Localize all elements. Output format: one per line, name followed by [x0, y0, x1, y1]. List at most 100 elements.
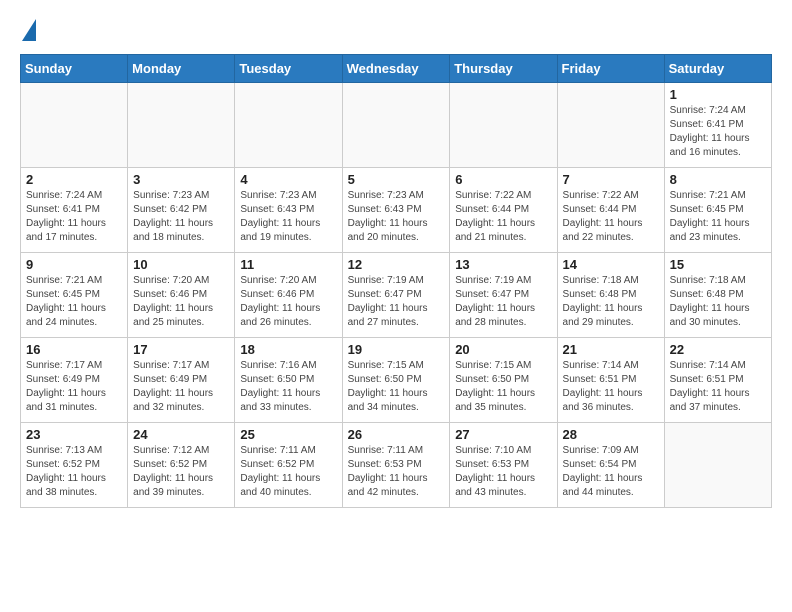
day-info: Sunrise: 7:21 AM Sunset: 6:45 PM Dayligh…	[26, 274, 122, 330]
calendar-cell: 9 Sunrise: 7:21 AM Sunset: 6:45 PM Daylig…	[21, 253, 128, 338]
day-number: 17	[133, 342, 229, 357]
day-info: Sunrise: 7:24 AM Sunset: 6:41 PM Dayligh…	[670, 104, 766, 160]
calendar-cell	[342, 83, 450, 168]
calendar-cell	[235, 83, 342, 168]
calendar-cell: 24 Sunrise: 7:12 AM Sunset: 6:52 PM Dayli…	[128, 423, 235, 508]
calendar-cell: 3 Sunrise: 7:23 AM Sunset: 6:42 PM Daylig…	[128, 168, 235, 253]
week-row-2: 2 Sunrise: 7:24 AM Sunset: 6:41 PM Daylig…	[21, 168, 772, 253]
day-number: 20	[455, 342, 551, 357]
day-info: Sunrise: 7:19 AM Sunset: 6:47 PM Dayligh…	[455, 274, 551, 330]
calendar-cell	[128, 83, 235, 168]
day-number: 11	[240, 257, 336, 272]
day-number: 16	[26, 342, 122, 357]
day-number: 24	[133, 427, 229, 442]
day-number: 12	[348, 257, 445, 272]
day-info: Sunrise: 7:10 AM Sunset: 6:53 PM Dayligh…	[455, 444, 551, 500]
week-row-3: 9 Sunrise: 7:21 AM Sunset: 6:45 PM Daylig…	[21, 253, 772, 338]
day-number: 19	[348, 342, 445, 357]
calendar-cell: 25 Sunrise: 7:11 AM Sunset: 6:52 PM Dayli…	[235, 423, 342, 508]
day-number: 27	[455, 427, 551, 442]
day-info: Sunrise: 7:24 AM Sunset: 6:41 PM Dayligh…	[26, 189, 122, 245]
day-number: 10	[133, 257, 229, 272]
calendar-cell: 6 Sunrise: 7:22 AM Sunset: 6:44 PM Daylig…	[450, 168, 557, 253]
day-info: Sunrise: 7:17 AM Sunset: 6:49 PM Dayligh…	[26, 359, 122, 415]
day-number: 14	[563, 257, 659, 272]
calendar-cell: 22 Sunrise: 7:14 AM Sunset: 6:51 PM Dayli…	[664, 338, 771, 423]
day-number: 8	[670, 172, 766, 187]
calendar-cell: 4 Sunrise: 7:23 AM Sunset: 6:43 PM Daylig…	[235, 168, 342, 253]
calendar-cell: 10 Sunrise: 7:20 AM Sunset: 6:46 PM Dayli…	[128, 253, 235, 338]
day-number: 5	[348, 172, 445, 187]
day-info: Sunrise: 7:17 AM Sunset: 6:49 PM Dayligh…	[133, 359, 229, 415]
day-number: 15	[670, 257, 766, 272]
calendar-cell: 12 Sunrise: 7:19 AM Sunset: 6:47 PM Dayli…	[342, 253, 450, 338]
calendar-header-row: SundayMondayTuesdayWednesdayThursdayFrid…	[21, 55, 772, 83]
day-number: 25	[240, 427, 336, 442]
day-info: Sunrise: 7:15 AM Sunset: 6:50 PM Dayligh…	[455, 359, 551, 415]
calendar-cell: 5 Sunrise: 7:23 AM Sunset: 6:43 PM Daylig…	[342, 168, 450, 253]
day-header-thursday: Thursday	[450, 55, 557, 83]
week-row-5: 23Sunrise: 7:13 AM Sunset: 6:52 PM Dayli…	[21, 423, 772, 508]
calendar-cell	[557, 83, 664, 168]
day-info: Sunrise: 7:19 AM Sunset: 6:47 PM Dayligh…	[348, 274, 445, 330]
day-info: Sunrise: 7:23 AM Sunset: 6:42 PM Dayligh…	[133, 189, 229, 245]
logo	[20, 20, 36, 44]
day-header-sunday: Sunday	[21, 55, 128, 83]
calendar-cell: 23Sunrise: 7:13 AM Sunset: 6:52 PM Dayli…	[21, 423, 128, 508]
day-header-tuesday: Tuesday	[235, 55, 342, 83]
day-number: 2	[26, 172, 122, 187]
calendar-cell: 8 Sunrise: 7:21 AM Sunset: 6:45 PM Daylig…	[664, 168, 771, 253]
day-info: Sunrise: 7:22 AM Sunset: 6:44 PM Dayligh…	[563, 189, 659, 245]
day-number: 1	[670, 87, 766, 102]
calendar: SundayMondayTuesdayWednesdayThursdayFrid…	[20, 54, 772, 508]
calendar-cell	[21, 83, 128, 168]
week-row-4: 16 Sunrise: 7:17 AM Sunset: 6:49 PM Dayli…	[21, 338, 772, 423]
day-number: 22	[670, 342, 766, 357]
calendar-cell: 28 Sunrise: 7:09 AM Sunset: 6:54 PM Dayli…	[557, 423, 664, 508]
calendar-cell: 20 Sunrise: 7:15 AM Sunset: 6:50 PM Dayli…	[450, 338, 557, 423]
day-info: Sunrise: 7:18 AM Sunset: 6:48 PM Dayligh…	[670, 274, 766, 330]
day-number: 23	[26, 427, 122, 442]
day-number: 7	[563, 172, 659, 187]
day-number: 28	[563, 427, 659, 442]
day-info: Sunrise: 7:20 AM Sunset: 6:46 PM Dayligh…	[133, 274, 229, 330]
calendar-cell: 27 Sunrise: 7:10 AM Sunset: 6:53 PM Dayli…	[450, 423, 557, 508]
day-info: Sunrise: 7:23 AM Sunset: 6:43 PM Dayligh…	[348, 189, 445, 245]
day-number: 26	[348, 427, 445, 442]
day-info: Sunrise: 7:23 AM Sunset: 6:43 PM Dayligh…	[240, 189, 336, 245]
day-info: Sunrise: 7:16 AM Sunset: 6:50 PM Dayligh…	[240, 359, 336, 415]
calendar-cell	[450, 83, 557, 168]
calendar-cell: 19Sunrise: 7:15 AM Sunset: 6:50 PM Dayli…	[342, 338, 450, 423]
day-info: Sunrise: 7:09 AM Sunset: 6:54 PM Dayligh…	[563, 444, 659, 500]
calendar-cell: 11Sunrise: 7:20 AM Sunset: 6:46 PM Dayli…	[235, 253, 342, 338]
calendar-cell: 14 Sunrise: 7:18 AM Sunset: 6:48 PM Dayli…	[557, 253, 664, 338]
day-header-monday: Monday	[128, 55, 235, 83]
day-number: 6	[455, 172, 551, 187]
calendar-cell: 15 Sunrise: 7:18 AM Sunset: 6:48 PM Dayli…	[664, 253, 771, 338]
day-header-saturday: Saturday	[664, 55, 771, 83]
day-info: Sunrise: 7:21 AM Sunset: 6:45 PM Dayligh…	[670, 189, 766, 245]
day-number: 21	[563, 342, 659, 357]
day-info: Sunrise: 7:12 AM Sunset: 6:52 PM Dayligh…	[133, 444, 229, 500]
day-header-friday: Friday	[557, 55, 664, 83]
day-info: Sunrise: 7:22 AM Sunset: 6:44 PM Dayligh…	[455, 189, 551, 245]
calendar-cell: 13Sunrise: 7:19 AM Sunset: 6:47 PM Dayli…	[450, 253, 557, 338]
day-header-wednesday: Wednesday	[342, 55, 450, 83]
calendar-cell: 2 Sunrise: 7:24 AM Sunset: 6:41 PM Daylig…	[21, 168, 128, 253]
day-info: Sunrise: 7:18 AM Sunset: 6:48 PM Dayligh…	[563, 274, 659, 330]
day-info: Sunrise: 7:11 AM Sunset: 6:52 PM Dayligh…	[240, 444, 336, 500]
calendar-cell: 18 Sunrise: 7:16 AM Sunset: 6:50 PM Dayli…	[235, 338, 342, 423]
day-number: 9	[26, 257, 122, 272]
calendar-cell: 26 Sunrise: 7:11 AM Sunset: 6:53 PM Dayli…	[342, 423, 450, 508]
logo-icon	[22, 19, 36, 41]
calendar-cell: 7 Sunrise: 7:22 AM Sunset: 6:44 PM Daylig…	[557, 168, 664, 253]
day-number: 4	[240, 172, 336, 187]
week-row-1: 1 Sunrise: 7:24 AM Sunset: 6:41 PM Daylig…	[21, 83, 772, 168]
day-info: Sunrise: 7:14 AM Sunset: 6:51 PM Dayligh…	[670, 359, 766, 415]
calendar-cell: 17 Sunrise: 7:17 AM Sunset: 6:49 PM Dayli…	[128, 338, 235, 423]
day-number: 3	[133, 172, 229, 187]
day-info: Sunrise: 7:14 AM Sunset: 6:51 PM Dayligh…	[563, 359, 659, 415]
calendar-cell	[664, 423, 771, 508]
day-number: 18	[240, 342, 336, 357]
day-info: Sunrise: 7:11 AM Sunset: 6:53 PM Dayligh…	[348, 444, 445, 500]
